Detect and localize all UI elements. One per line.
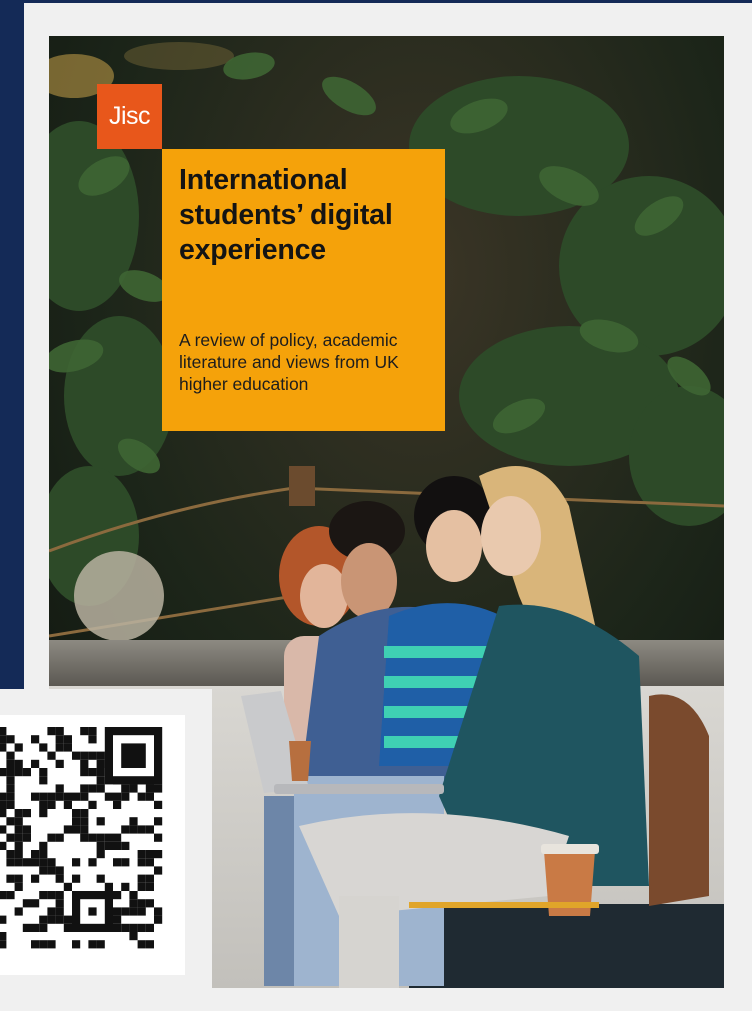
qr-code-panel — [0, 715, 185, 975]
title-box: International students’ digital experien… — [162, 149, 445, 431]
report-subtitle: A review of policy, academic literature … — [179, 330, 399, 394]
page: Jisc International students’ digital exp… — [0, 0, 752, 1011]
top-rule — [0, 0, 752, 3]
jisc-logo: Jisc — [97, 84, 162, 149]
qr-card[interactable] — [0, 689, 212, 999]
navy-backdrop — [0, 0, 24, 690]
qr-code-icon — [0, 727, 163, 949]
report-title: International students’ digital experien… — [179, 164, 393, 266]
